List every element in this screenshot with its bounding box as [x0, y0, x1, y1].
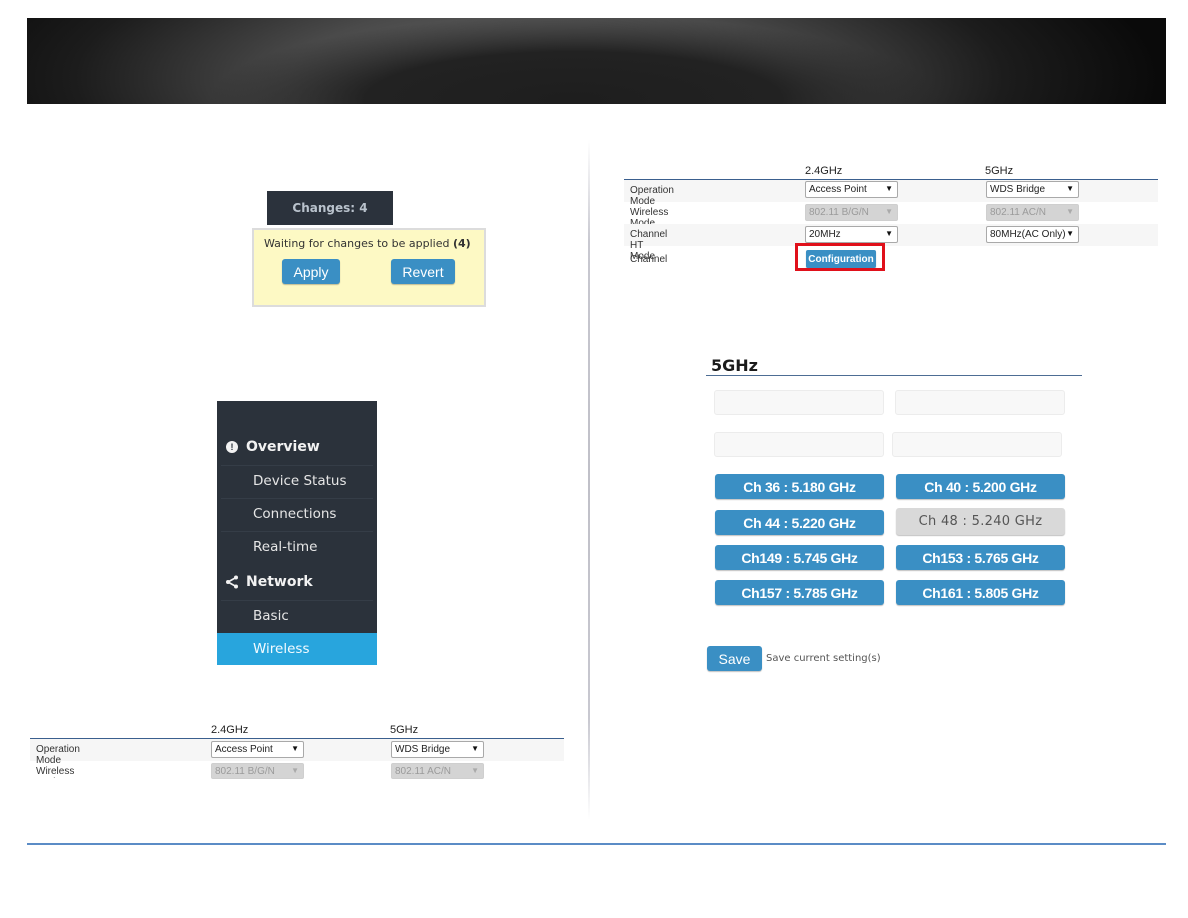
column-header-5ghz: 5GHz	[985, 165, 1014, 177]
wireless-mode-2-4ghz-select: 802.11 B/G/N ▼	[211, 763, 304, 779]
dropdown-arrow-icon: ▼	[885, 184, 893, 193]
blank-channel-slot	[895, 390, 1065, 415]
sidebar-item-label: Basic	[253, 608, 289, 624]
operation-mode-5ghz-select[interactable]: WDS Bridge ▼	[391, 741, 484, 758]
channel-picker-title: 5GHz	[711, 356, 758, 375]
wireless-mode-2-4ghz-select: 802.11 B/G/N ▼	[805, 204, 898, 221]
pending-count: (4)	[452, 237, 471, 250]
column-header-5ghz: 5GHz	[390, 724, 419, 736]
row-label: Operation Mode	[630, 185, 674, 207]
dropdown-arrow-icon: ▼	[885, 207, 893, 216]
channel-161-button[interactable]: Ch161 : 5.805 GHz	[896, 580, 1065, 605]
sidebar-nav: ! Overview Device Status Connections Rea…	[217, 401, 377, 665]
sidebar-section-label: Overview	[246, 438, 320, 455]
sidebar-item-label: Real-time	[253, 539, 318, 555]
channel-149-button[interactable]: Ch149 : 5.745 GHz	[715, 545, 884, 570]
header-banner	[27, 18, 1166, 104]
dropdown-arrow-icon: ▼	[885, 229, 893, 238]
channel-48-button[interactable]: Ch 48 : 5.240 GHz	[896, 508, 1065, 535]
pending-changes-message: Waiting for changes to be applied (4)	[264, 237, 471, 250]
sidebar-item-connections[interactable]: Connections	[217, 498, 377, 530]
wireless-mode-5ghz-select: 802.11 AC/N ▼	[391, 763, 484, 779]
select-value: 20MHz	[809, 229, 841, 240]
dropdown-arrow-icon: ▼	[291, 766, 299, 775]
operation-mode-2-4ghz-select[interactable]: Access Point ▼	[211, 741, 304, 758]
blank-channel-slot	[714, 390, 884, 415]
save-button[interactable]: Save	[707, 646, 762, 671]
sidebar-item-label: Connections	[253, 506, 337, 522]
channel-40-button[interactable]: Ch 40 : 5.200 GHz	[896, 474, 1065, 499]
row-label: Channel	[630, 254, 668, 265]
revert-button[interactable]: Revert	[391, 259, 455, 284]
channel-picker-rule	[706, 375, 1082, 376]
sidebar-section-overview[interactable]: ! Overview	[217, 430, 377, 463]
pending-changes-panel: Waiting for changes to be applied (4) Ap…	[252, 228, 486, 307]
dropdown-arrow-icon: ▼	[291, 744, 299, 753]
blank-channel-slot	[892, 432, 1062, 457]
column-header-2-4ghz: 2.4GHz	[211, 724, 249, 736]
wireless-mode-5ghz-select: 802.11 AC/N ▼	[986, 204, 1079, 221]
pending-message-text: Waiting for changes to be applied	[264, 237, 450, 250]
sidebar-item-label: Wireless	[253, 641, 310, 657]
dropdown-arrow-icon: ▼	[1066, 184, 1074, 193]
operation-mode-2-4ghz-select[interactable]: Access Point ▼	[805, 181, 898, 198]
select-value: 80MHz(AC Only)	[990, 229, 1066, 240]
operation-mode-5ghz-select[interactable]: WDS Bridge ▼	[986, 181, 1079, 198]
select-value: 802.11 B/G/N	[215, 765, 275, 777]
sidebar-item-label: Device Status	[253, 473, 347, 489]
sidebar-item-device-status[interactable]: Device Status	[217, 465, 377, 497]
select-value: Access Point	[809, 184, 867, 195]
sidebar-item-wireless[interactable]: Wireless	[217, 633, 377, 665]
column-header-2-4ghz: 2.4GHz	[805, 165, 843, 177]
sidebar-item-real-time[interactable]: Real-time	[217, 531, 377, 563]
changes-badge[interactable]: Changes: 4	[267, 191, 393, 225]
select-value: 802.11 AC/N	[395, 765, 451, 777]
dropdown-arrow-icon: ▼	[471, 744, 479, 753]
select-value: WDS Bridge	[990, 184, 1046, 195]
channel-ht-mode-5ghz-select[interactable]: 80MHz(AC Only) ▼	[986, 226, 1079, 243]
footer-rule	[27, 843, 1166, 845]
channel-36-button[interactable]: Ch 36 : 5.180 GHz	[715, 474, 884, 499]
select-value: Access Point	[215, 744, 273, 755]
blank-channel-slot	[714, 432, 884, 457]
highlight-annotation	[795, 243, 885, 271]
select-value: WDS Bridge	[395, 744, 451, 755]
select-value: 802.11 B/G/N	[809, 207, 869, 218]
share-icon	[223, 575, 241, 589]
sidebar-section-label: Network	[246, 573, 313, 590]
channel-157-button[interactable]: Ch157 : 5.785 GHz	[715, 580, 884, 605]
row-label: Wireless Mode	[36, 766, 75, 778]
select-value: 802.11 AC/N	[990, 207, 1046, 218]
save-hint-text: Save current setting(s)	[766, 653, 881, 664]
column-divider	[588, 140, 590, 820]
channel-44-button[interactable]: Ch 44 : 5.220 GHz	[715, 510, 884, 535]
row-label: Operation Mode	[36, 744, 80, 766]
dropdown-arrow-icon: ▼	[471, 766, 479, 775]
info-icon: !	[223, 440, 241, 453]
sidebar-section-network[interactable]: Network	[217, 565, 377, 598]
dropdown-arrow-icon: ▼	[1066, 207, 1074, 216]
channel-153-button[interactable]: Ch153 : 5.765 GHz	[896, 545, 1065, 570]
channel-ht-mode-2-4ghz-select[interactable]: 20MHz ▼	[805, 226, 898, 243]
sidebar-item-basic[interactable]: Basic	[217, 600, 377, 632]
dropdown-arrow-icon: ▼	[1066, 229, 1074, 238]
apply-button[interactable]: Apply	[282, 259, 340, 284]
